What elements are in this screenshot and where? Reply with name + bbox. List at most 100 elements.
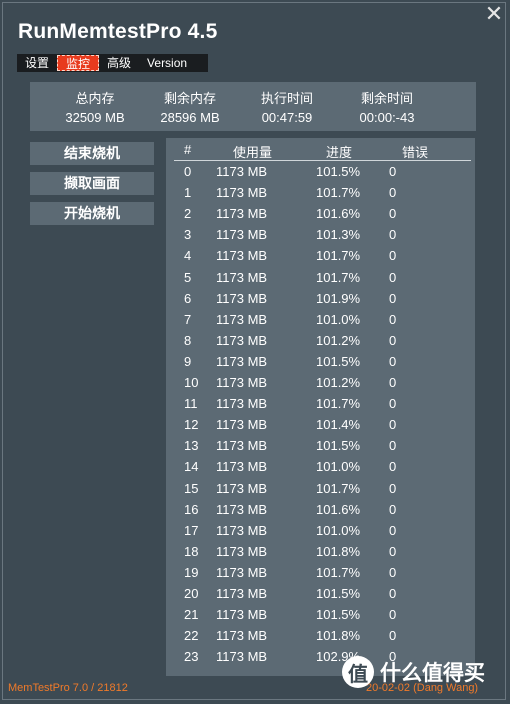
cell-errors: 0: [389, 438, 397, 454]
cell-errors: 0: [389, 206, 397, 222]
cell-errors: 0: [389, 164, 397, 179]
cell-index: 20: [184, 586, 199, 601]
start-burnin-button[interactable]: 开始烧机: [30, 202, 154, 225]
cell-progress: 101.8%: [316, 628, 361, 644]
watermark-text: 什么值得买: [380, 661, 485, 685]
watermark-logo-icon: 值: [342, 656, 374, 688]
table-row: 16 1173 MB 101.6% 0: [166, 501, 475, 522]
table-row: 9 1173 MB 101.5% 0: [166, 353, 475, 374]
cell-progress: 101.2%: [316, 375, 361, 390]
table-row: 10 1173 MB 101.2% 0: [166, 374, 475, 395]
table-row: 12 1173 MB 101.4% 0: [166, 416, 475, 437]
cell-progress: 101.7%: [316, 185, 361, 201]
cell-index: 1: [184, 185, 192, 201]
cell-index: 10: [184, 375, 199, 390]
stat-header: 总内存: [75, 91, 115, 106]
cell-index: 15: [184, 480, 199, 496]
cell-progress: 101.7%: [316, 269, 361, 285]
table-row: 0 1173 MB 101.5% 0: [166, 163, 475, 184]
cell-usage: 1173 MB: [216, 269, 268, 285]
table-row: 5 1173 MB 101.7% 0: [166, 269, 475, 290]
cell-usage: 1173 MB: [216, 227, 268, 243]
table-row: 17 1173 MB 101.0% 0: [166, 522, 475, 543]
app-title: RunMemtestPro 4.5: [18, 20, 218, 43]
tab-monitor[interactable]: 监控: [57, 55, 100, 71]
cell-errors: 0: [389, 607, 397, 623]
close-icon[interactable]: ✕: [484, 4, 504, 26]
cell-index: 11: [184, 396, 198, 412]
cell-errors: 0: [389, 375, 397, 390]
cell-errors: 0: [389, 564, 397, 580]
cell-errors: 0: [389, 417, 397, 433]
table-row: 18 1173 MB 101.8% 0: [166, 543, 475, 564]
stop-burnin-button[interactable]: 结束烧机: [30, 142, 154, 165]
tab-settings[interactable]: 设置: [17, 55, 57, 71]
cell-usage: 1173 MB: [216, 332, 268, 348]
table-row: 15 1173 MB 101.7% 0: [166, 480, 475, 501]
table-row: 13 1173 MB 101.5% 0: [166, 437, 475, 458]
cell-index: 13: [184, 438, 199, 454]
cell-index: 9: [184, 353, 192, 369]
table-row: 22 1173 MB 101.8% 0: [166, 627, 475, 648]
cell-usage: 1173 MB: [216, 628, 268, 644]
stat-value: 00:47:59: [261, 110, 313, 125]
stat-value: 00:00:-43: [359, 110, 415, 125]
cell-errors: 0: [389, 311, 397, 327]
table-row: 11 1173 MB 101.7% 0: [166, 395, 475, 416]
cell-errors: 0: [389, 543, 397, 559]
cell-index: 19: [184, 564, 199, 580]
capture-screen-button[interactable]: 撷取画面: [30, 172, 154, 195]
cell-errors: 0: [389, 501, 397, 517]
cell-usage: 1173 MB: [216, 311, 268, 327]
cell-index: 8: [184, 332, 192, 348]
table-row: 19 1173 MB 101.7% 0: [166, 564, 475, 585]
cell-usage: 1173 MB: [216, 459, 268, 475]
header-divider: [174, 160, 471, 161]
cell-progress: 101.6%: [316, 501, 361, 517]
cell-progress: 101.0%: [316, 459, 361, 475]
table-row: 2 1173 MB 101.6% 0: [166, 205, 475, 226]
cell-progress: 101.5%: [316, 353, 361, 369]
tab-advanced[interactable]: 高级: [99, 55, 139, 71]
table-row: 6 1173 MB 101.9% 0: [166, 290, 475, 311]
column-header-usage: 使用量: [233, 145, 273, 160]
cell-index: 22: [184, 628, 199, 644]
cell-progress: 101.0%: [316, 311, 361, 327]
cell-usage: 1173 MB: [216, 417, 268, 433]
cell-progress: 101.7%: [316, 564, 361, 580]
cell-errors: 0: [389, 522, 397, 538]
cell-errors: 0: [389, 480, 397, 496]
cell-errors: 0: [389, 396, 397, 412]
cell-index: 5: [184, 269, 192, 285]
memory-stats-panel: 总内存 32509 MB 剩余内存 28596 MB 执行时间 00:47:59…: [30, 82, 476, 131]
cell-progress: 101.5%: [316, 586, 361, 601]
column-header-index: #: [184, 142, 192, 157]
thread-table: # 使用量 进度 错误 0 1173 MB 101.5% 0 1 1173 MB 101.7…: [166, 138, 475, 676]
cell-progress: 101.0%: [316, 522, 361, 538]
cell-errors: 0: [389, 353, 397, 369]
cell-usage: 1173 MB: [216, 185, 268, 201]
tab-version[interactable]: Version: [139, 55, 195, 71]
table-row: 3 1173 MB 101.3% 0: [166, 226, 475, 247]
cell-usage: 1173 MB: [216, 607, 268, 623]
cell-progress: 101.5%: [316, 438, 361, 454]
cell-usage: 1173 MB: [216, 290, 268, 306]
cell-index: 0: [184, 164, 192, 179]
cell-usage: 1173 MB: [216, 522, 268, 538]
table-row: 20 1173 MB 101.5% 0: [166, 585, 475, 606]
cell-errors: 0: [389, 459, 397, 475]
cell-errors: 0: [389, 248, 397, 264]
cell-progress: 101.5%: [316, 164, 361, 179]
cell-usage: 1173 MB: [216, 564, 268, 580]
cell-usage: 1173 MB: [216, 586, 268, 601]
table-row: 14 1173 MB 101.0% 0: [166, 458, 475, 479]
cell-index: 4: [184, 248, 192, 264]
cell-errors: 0: [389, 628, 397, 644]
cell-usage: 1173 MB: [216, 396, 268, 412]
cell-progress: 101.7%: [316, 396, 361, 412]
cell-errors: 0: [389, 586, 397, 601]
cell-errors: 0: [389, 290, 397, 306]
column-header-progress: 进度: [326, 145, 353, 160]
cell-errors: 0: [389, 332, 397, 348]
cell-index: 21: [184, 607, 199, 623]
